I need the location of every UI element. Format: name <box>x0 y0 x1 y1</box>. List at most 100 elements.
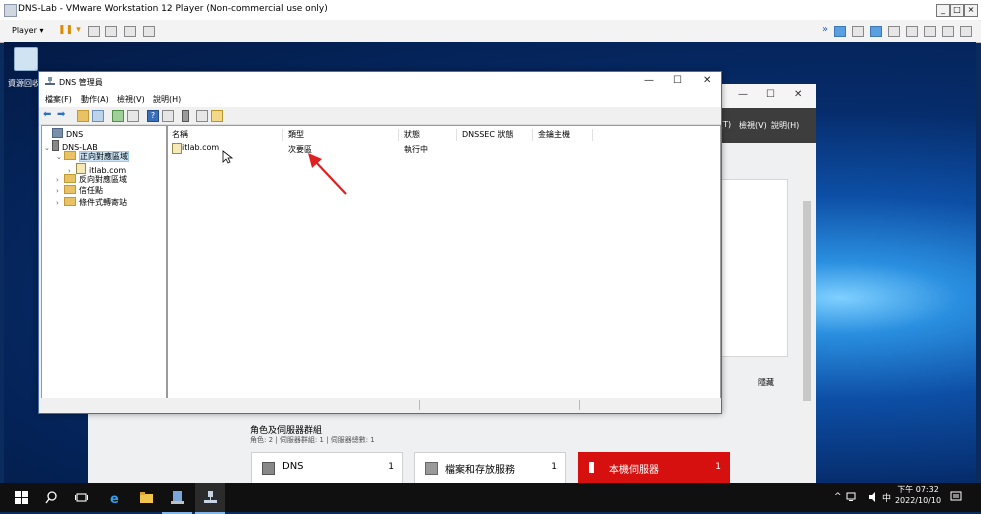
column-header-type[interactable]: 類型 <box>284 129 399 141</box>
svg-text:e: e <box>110 492 119 504</box>
task-view-button[interactable] <box>66 483 96 512</box>
cd-drive-icon[interactable] <box>852 26 864 37</box>
dns-statusbar <box>39 398 721 412</box>
ime-indicator[interactable]: 中 <box>882 491 891 504</box>
vm-close-button[interactable]: × <box>964 4 978 17</box>
refresh-icon[interactable] <box>112 110 124 122</box>
recycle-bin-icon[interactable] <box>14 47 38 71</box>
sm-roles-subtitle: 角色: 2 | 伺服器群組: 1 | 伺服器總數: 1 <box>250 436 375 444</box>
sm-menu-view[interactable]: 檢視(V) <box>739 120 767 131</box>
dns-maximize-button[interactable]: ☐ <box>673 75 682 86</box>
vm-window-title: DNS-Lab - VMware Workstation 12 Player (… <box>18 4 328 14</box>
collapse-chevron-icon[interactable]: ⌄ <box>44 144 52 152</box>
expand-chevron-icon[interactable]: › <box>56 187 64 195</box>
show-tree-icon[interactable] <box>92 110 104 122</box>
column-header-dnssec[interactable]: DNSSEC 狀態 <box>458 129 533 141</box>
folder-icon <box>64 197 76 206</box>
network-adapter-icon[interactable] <box>834 26 846 37</box>
expand-chevron-icon[interactable]: › <box>56 176 64 184</box>
taskbar-ie[interactable]: e <box>100 483 130 512</box>
tile-dns[interactable]: DNS 1 <box>251 452 403 486</box>
display-icon[interactable] <box>924 26 936 37</box>
sm-minimize-button[interactable]: — <box>738 89 748 100</box>
dns-role-icon <box>262 462 275 475</box>
records-icon[interactable] <box>196 110 208 122</box>
task-view-icon <box>75 493 88 502</box>
vm-maximize-button[interactable]: □ <box>950 4 964 17</box>
tree-label-dns: DNS <box>66 130 84 139</box>
message-log-icon[interactable] <box>942 26 954 37</box>
unity-icon[interactable] <box>143 26 155 37</box>
zone-file-icon <box>76 163 86 174</box>
tile-file-storage-name: 檔案和存放服務 <box>445 465 515 476</box>
column-header-key-master[interactable]: 金鑰主機 <box>534 129 593 141</box>
dns-menubar: 檔案(F) 動作(A) 檢視(V) 說明(H) <box>39 92 721 107</box>
tree-item-forward-zones[interactable]: ⌄ 正向對應區域 <box>56 151 129 162</box>
sm-maximize-button[interactable]: ☐ <box>766 89 775 100</box>
hard-disk-icon[interactable] <box>960 26 972 37</box>
tile-file-storage[interactable]: 檔案和存放服務 1 <box>414 452 566 486</box>
tree-label-reverse-zones: 反向對應區域 <box>79 175 127 184</box>
taskbar-server-manager[interactable] <box>162 483 192 514</box>
local-server-icon <box>589 462 594 473</box>
removable-devices-icon[interactable] <box>105 26 117 37</box>
sm-scrollbar[interactable] <box>801 143 813 484</box>
volume-muted-icon[interactable] <box>868 492 878 502</box>
dns-root-icon <box>52 128 63 138</box>
tree-item-conditional-forwarders[interactable]: › 條件式轉寄站 <box>56 197 127 208</box>
help-icon[interactable]: ? <box>147 110 159 122</box>
folder-icon <box>64 174 76 183</box>
menu-action[interactable]: 動作(A) <box>81 94 109 105</box>
new-zone-icon[interactable] <box>211 110 223 122</box>
menu-view[interactable]: 檢視(V) <box>117 94 145 105</box>
tree-item-dns[interactable]: DNS <box>44 128 83 139</box>
send-ctrl-alt-del-icon[interactable] <box>88 26 100 37</box>
column-header-name[interactable]: 名稱 <box>168 129 283 141</box>
printer-icon[interactable] <box>906 26 918 37</box>
dns-close-button[interactable]: ✕ <box>703 75 711 86</box>
search-icon <box>45 491 57 504</box>
vm-minimize-button[interactable]: _ <box>936 4 950 17</box>
notification-center-icon[interactable] <box>950 491 962 503</box>
fullscreen-icon[interactable] <box>124 26 136 37</box>
sound-card-icon[interactable] <box>888 26 900 37</box>
sm-close-button[interactable]: ✕ <box>794 89 802 100</box>
search-button[interactable] <box>36 483 66 512</box>
menu-file[interactable]: 檔案(F) <box>45 94 72 105</box>
tile-local-server[interactable]: 本機伺服器 1 <box>578 452 730 486</box>
tray-overflow-icon[interactable]: ^ <box>834 492 842 502</box>
clock-date[interactable]: 2022/10/10 <box>894 496 942 505</box>
dns-manager-window: DNS 管理員 — ☐ ✕ 檔案(F) 動作(A) 檢視(V) 說明(H) ⬅ … <box>38 71 722 414</box>
back-icon[interactable]: ⬅ <box>43 110 53 120</box>
dns-toolbar: ⬅ ➡ ? <box>39 107 721 125</box>
sm-menu-help[interactable]: 說明(H) <box>771 120 799 131</box>
export-list-icon[interactable] <box>127 110 139 122</box>
collapse-chevron-icon[interactable]: ⌄ <box>56 153 64 161</box>
server-icon[interactable] <box>182 110 189 122</box>
sm-scrollbar-thumb[interactable] <box>803 201 811 401</box>
menu-help[interactable]: 說明(H) <box>153 94 181 105</box>
taskbar-file-explorer[interactable] <box>131 483 161 512</box>
tree-label-trust-points: 信任點 <box>79 186 103 195</box>
tree-item-trust-points[interactable]: › 信任點 <box>56 185 103 196</box>
sm-hide-link[interactable]: 隱藏 <box>758 377 774 388</box>
dns-minimize-button[interactable]: — <box>644 75 654 86</box>
clock-time[interactable]: 下午 07:32 <box>894 484 942 495</box>
forward-icon[interactable]: ➡ <box>57 110 67 120</box>
server-manager-icon <box>171 491 184 504</box>
show-devices-arrow-icon[interactable]: » <box>822 24 828 35</box>
properties-icon[interactable] <box>162 110 174 122</box>
tree-label-conditional-forwarders: 條件式轉寄站 <box>79 198 127 207</box>
tree-item-reverse-zones[interactable]: › 反向對應區域 <box>56 174 127 185</box>
up-folder-icon[interactable] <box>77 110 89 122</box>
expand-chevron-icon[interactable]: › <box>56 199 64 207</box>
player-menu[interactable]: Player ▾ <box>12 26 43 35</box>
column-header-status[interactable]: 狀態 <box>400 129 457 141</box>
usb-device-icon[interactable] <box>870 26 882 37</box>
taskbar-dns-manager[interactable] <box>195 483 225 514</box>
start-button[interactable] <box>6 483 36 512</box>
network-tray-icon[interactable] <box>846 492 856 502</box>
tile-dns-name: DNS <box>282 461 304 472</box>
pause-button[interactable]: ❚❚ ▾ <box>58 25 81 35</box>
dns-window-title: DNS 管理員 <box>59 78 103 87</box>
